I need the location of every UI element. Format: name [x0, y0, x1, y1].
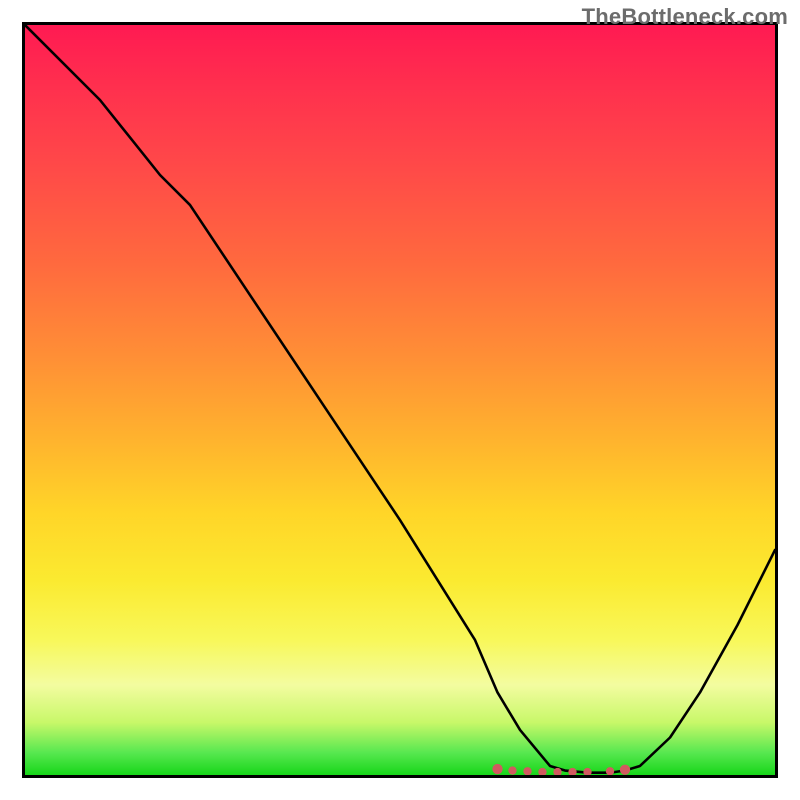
marker-dot	[606, 767, 614, 775]
chart-svg	[25, 25, 775, 775]
marker-dot	[553, 768, 561, 776]
marker-dot	[583, 768, 591, 776]
bottleneck-curve	[25, 25, 775, 773]
marker-dot	[568, 768, 576, 776]
marker-dot	[523, 767, 531, 775]
marker-dot	[620, 765, 630, 775]
watermark-label: TheBottleneck.com	[582, 4, 788, 30]
marker-dot	[508, 766, 516, 774]
chart-container: TheBottleneck.com	[0, 0, 800, 800]
marker-dot	[492, 764, 502, 774]
plot-area	[22, 22, 778, 778]
marker-dot	[538, 768, 546, 776]
